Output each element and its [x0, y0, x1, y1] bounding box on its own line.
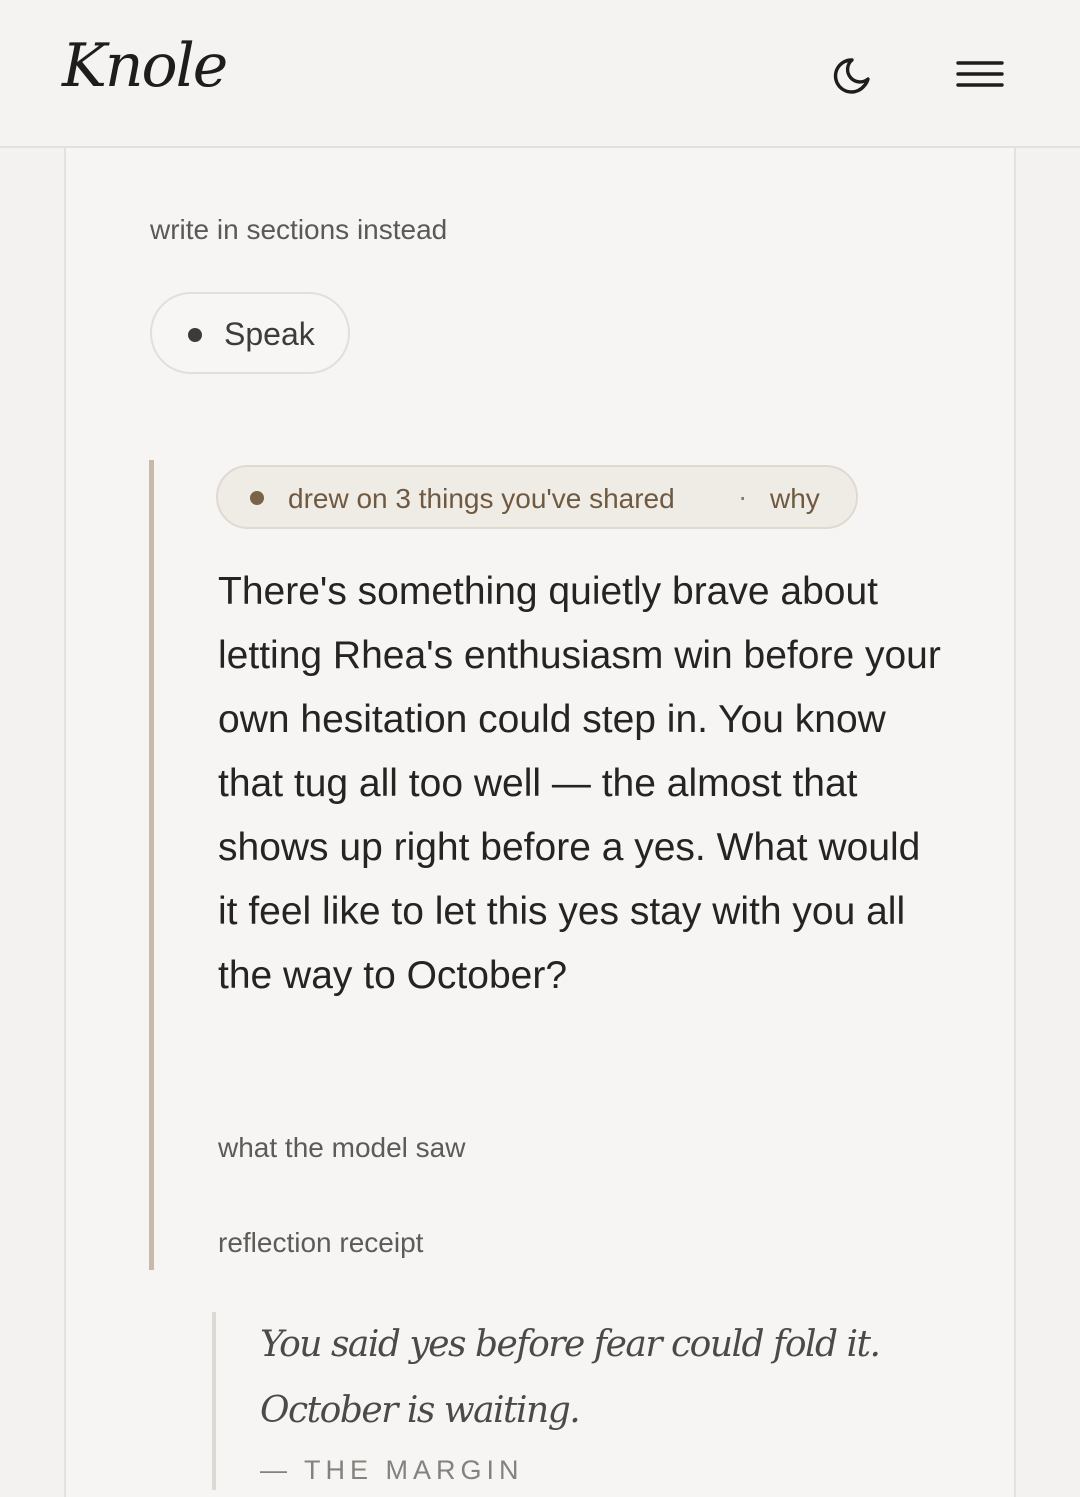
context-chip-label: drew on 3 things you've shared	[288, 483, 675, 514]
context-chip[interactable]: drew on 3 things you've shared · why	[216, 465, 858, 529]
speak-button-label: Speak	[224, 316, 315, 352]
quote-border	[212, 1312, 216, 1490]
quote-attribution: — THE MARGIN	[260, 1455, 524, 1485]
chip-separator: ·	[738, 481, 748, 512]
record-dot-icon	[188, 328, 202, 342]
response-rail	[149, 460, 154, 1270]
write-in-sections-link[interactable]: write in sections instead	[150, 214, 447, 246]
reflection-text: There's something quietly brave about le…	[218, 570, 941, 997]
reflection-receipt-toggle[interactable]: reflection receipt	[218, 1227, 423, 1259]
top-bar: Knole	[0, 0, 1080, 148]
speak-button[interactable]: Speak	[150, 292, 350, 374]
receipt-quote: You said yes before fear could fold it. …	[260, 1324, 881, 1431]
why-link[interactable]: why	[770, 483, 820, 515]
moon-icon[interactable]	[830, 52, 878, 100]
app-logo[interactable]: Knole	[62, 36, 228, 96]
hamburger-menu-icon[interactable]	[956, 56, 1004, 94]
context-dot-icon	[250, 491, 264, 505]
what-the-model-saw-link[interactable]: what the model saw	[218, 1132, 465, 1164]
